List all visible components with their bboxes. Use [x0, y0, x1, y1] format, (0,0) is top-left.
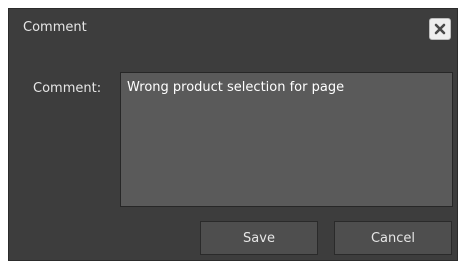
close-button[interactable] [429, 18, 451, 40]
save-button[interactable]: Save [200, 221, 318, 255]
comment-label: Comment: [33, 81, 102, 96]
dialog-title: Comment [23, 20, 87, 35]
comment-dialog: Comment Comment: Wrong product selection… [8, 8, 458, 261]
comment-textarea[interactable]: Wrong product selection for page [120, 72, 453, 207]
close-x-icon [434, 23, 446, 35]
dialog-titlebar: Comment [9, 9, 457, 49]
cancel-button[interactable]: Cancel [334, 221, 452, 255]
